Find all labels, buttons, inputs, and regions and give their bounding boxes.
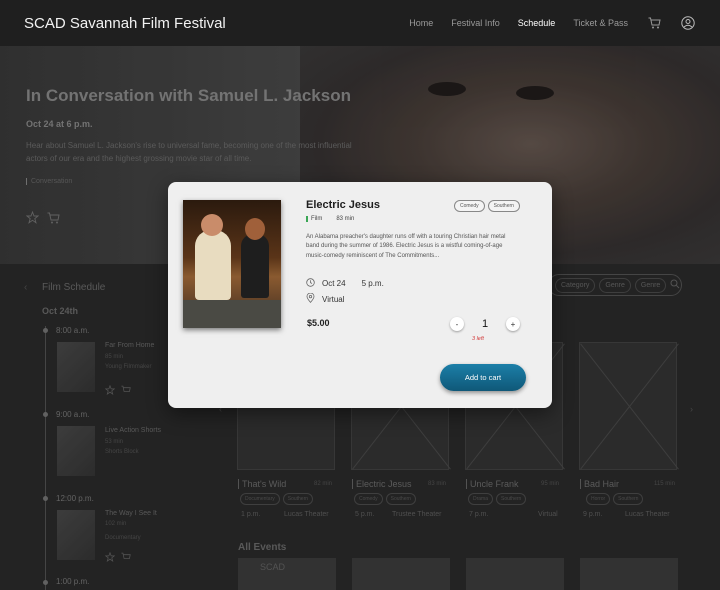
film-duration: 83 min [336, 216, 355, 222]
film-detail-modal: Electric Jesus Comedy Southern Film 83 m… [168, 182, 552, 408]
showtime-location: Virtual [322, 294, 345, 304]
increase-quantity-button[interactable]: + [506, 317, 520, 331]
showtime-row: Oct 24 5 p.m. [306, 278, 384, 289]
modal-film-title: Electric Jesus [306, 199, 380, 211]
brand-title[interactable]: SCAD Savannah Film Festival [24, 15, 226, 32]
genre-tag: Comedy [454, 200, 485, 212]
top-navigation-bar: SCAD Savannah Film Festival Home Festiva… [0, 0, 720, 46]
clock-icon [306, 278, 315, 289]
showtime-time: 5 p.m. [361, 279, 384, 288]
tickets-remaining-note: 3 left [472, 336, 484, 342]
quantity-stepper: - 1 + [450, 316, 520, 332]
cart-icon[interactable] [646, 15, 662, 31]
nav-festival-info[interactable]: Festival Info [451, 18, 500, 28]
nav-schedule[interactable]: Schedule [518, 18, 556, 28]
nav-home[interactable]: Home [409, 18, 433, 28]
quantity-value: 1 [481, 318, 489, 330]
film-description: An Alabama preacher's daughter runs off … [306, 234, 506, 259]
modal-film-meta: Film 83 min [306, 216, 354, 222]
location-pin-icon [306, 292, 315, 305]
ticket-price: $5.00 [307, 318, 330, 328]
modal-genre-tags: Comedy Southern [454, 200, 520, 212]
add-to-cart-button[interactable]: Add to cart [440, 364, 526, 391]
showtime-date: Oct 24 [322, 279, 346, 288]
film-category: Film [306, 216, 322, 222]
location-row: Virtual [306, 292, 345, 305]
genre-tag: Southern [487, 200, 520, 212]
film-poster-image [183, 200, 281, 328]
main-nav: Home Festival Info Schedule Ticket & Pas… [409, 15, 696, 31]
decrease-quantity-button[interactable]: - [450, 317, 464, 331]
nav-ticket-pass[interactable]: Ticket & Pass [573, 18, 628, 28]
account-icon[interactable] [680, 15, 696, 31]
